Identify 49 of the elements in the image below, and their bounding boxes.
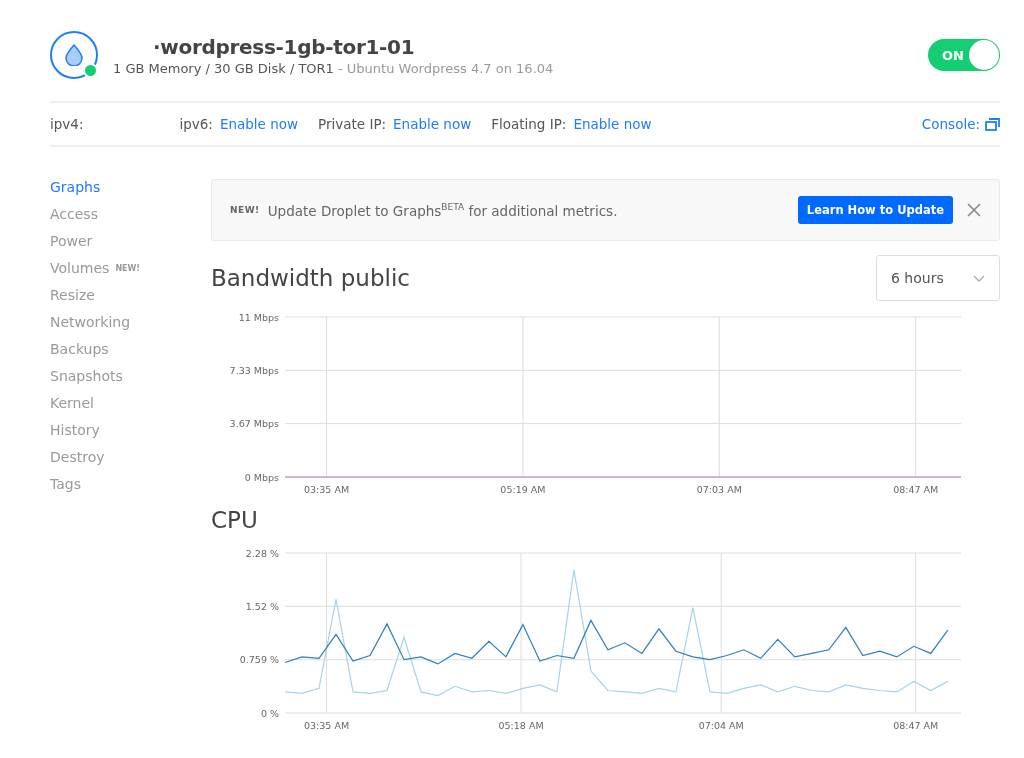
sidebar-item[interactable]: Tags [50, 476, 211, 503]
y-axis-label: 7.33 Mbps [229, 364, 279, 376]
x-axis-label: 07:04 AM [698, 720, 744, 731]
enable-link[interactable]: Enable now [219, 116, 299, 132]
network-label: Floating IP: [491, 116, 567, 132]
network-label: Private IP: [318, 116, 387, 132]
y-axis-label: 11 Mbps [238, 311, 279, 323]
y-axis-label: 0.759 % [239, 654, 279, 666]
sidebar-item[interactable]: Resize [50, 287, 211, 314]
console-link[interactable]: Console: [921, 116, 1000, 132]
sidebar-item[interactable]: Snapshots [50, 368, 211, 395]
sidebar-item[interactable]: Networking [50, 314, 211, 341]
sidebar-item[interactable]: Volumes NEW! [50, 260, 211, 287]
x-axis-label: 08:47 AM [893, 484, 939, 495]
network-label: ipv4: [50, 116, 84, 132]
window-icon [985, 117, 1000, 131]
power-toggle[interactable]: ON [928, 39, 1000, 71]
learn-update-button[interactable]: Learn How to Update [797, 196, 953, 224]
x-axis-label: 03:35 AM [304, 720, 350, 731]
chevron-down-icon [973, 274, 985, 282]
time-range-select[interactable]: 6 hours [876, 255, 1000, 301]
enable-link[interactable]: Enable now [393, 116, 472, 132]
y-axis-label: 0 % [260, 707, 279, 719]
close-icon[interactable] [967, 203, 981, 217]
y-axis-label: 1.52 % [245, 600, 279, 612]
sidebar-item[interactable]: History [50, 422, 211, 449]
new-tag: NEW! [230, 205, 260, 215]
network-label: ipv6: [179, 116, 213, 132]
sidebar-item[interactable]: Destroy [50, 449, 211, 476]
droplet-name: ·wordpress-1gb-tor1-01 [153, 34, 416, 59]
banner-message: Update Droplet to Graphs$^{BETA}$ for additional metrics. [267, 201, 618, 219]
sidebar-item[interactable]: Access [50, 206, 211, 233]
droplet-icon [65, 44, 83, 66]
graph-title: Bandwidth public [211, 265, 410, 291]
enable-link[interactable]: Enable now [573, 116, 652, 132]
y-axis-label: 3.67 Mbps [229, 418, 279, 430]
x-axis-label: 05:18 AM [498, 720, 544, 731]
graph-title: CPU [211, 507, 258, 533]
sidebar-item[interactable]: Backups [50, 341, 211, 368]
x-axis-label: 07:03 AM [696, 484, 742, 495]
y-axis-label: 2.28 % [245, 547, 279, 559]
x-axis-label: 03:35 AM [304, 484, 350, 495]
sidebar-item[interactable]: Power [50, 233, 211, 260]
droplet-specs: 1 GB Memory / 30 GB Disk / TOR1 - Ubuntu Wordpress 4.7 on 16.04 [113, 60, 555, 76]
y-axis-label: 0 Mbps [244, 471, 279, 483]
sidebar-item[interactable]: Kernel [50, 395, 211, 422]
x-axis-label: 08:47 AM [893, 720, 939, 731]
x-axis-label: 05:19 AM [500, 484, 546, 495]
sidebar-item[interactable]: Graphs [50, 179, 211, 206]
